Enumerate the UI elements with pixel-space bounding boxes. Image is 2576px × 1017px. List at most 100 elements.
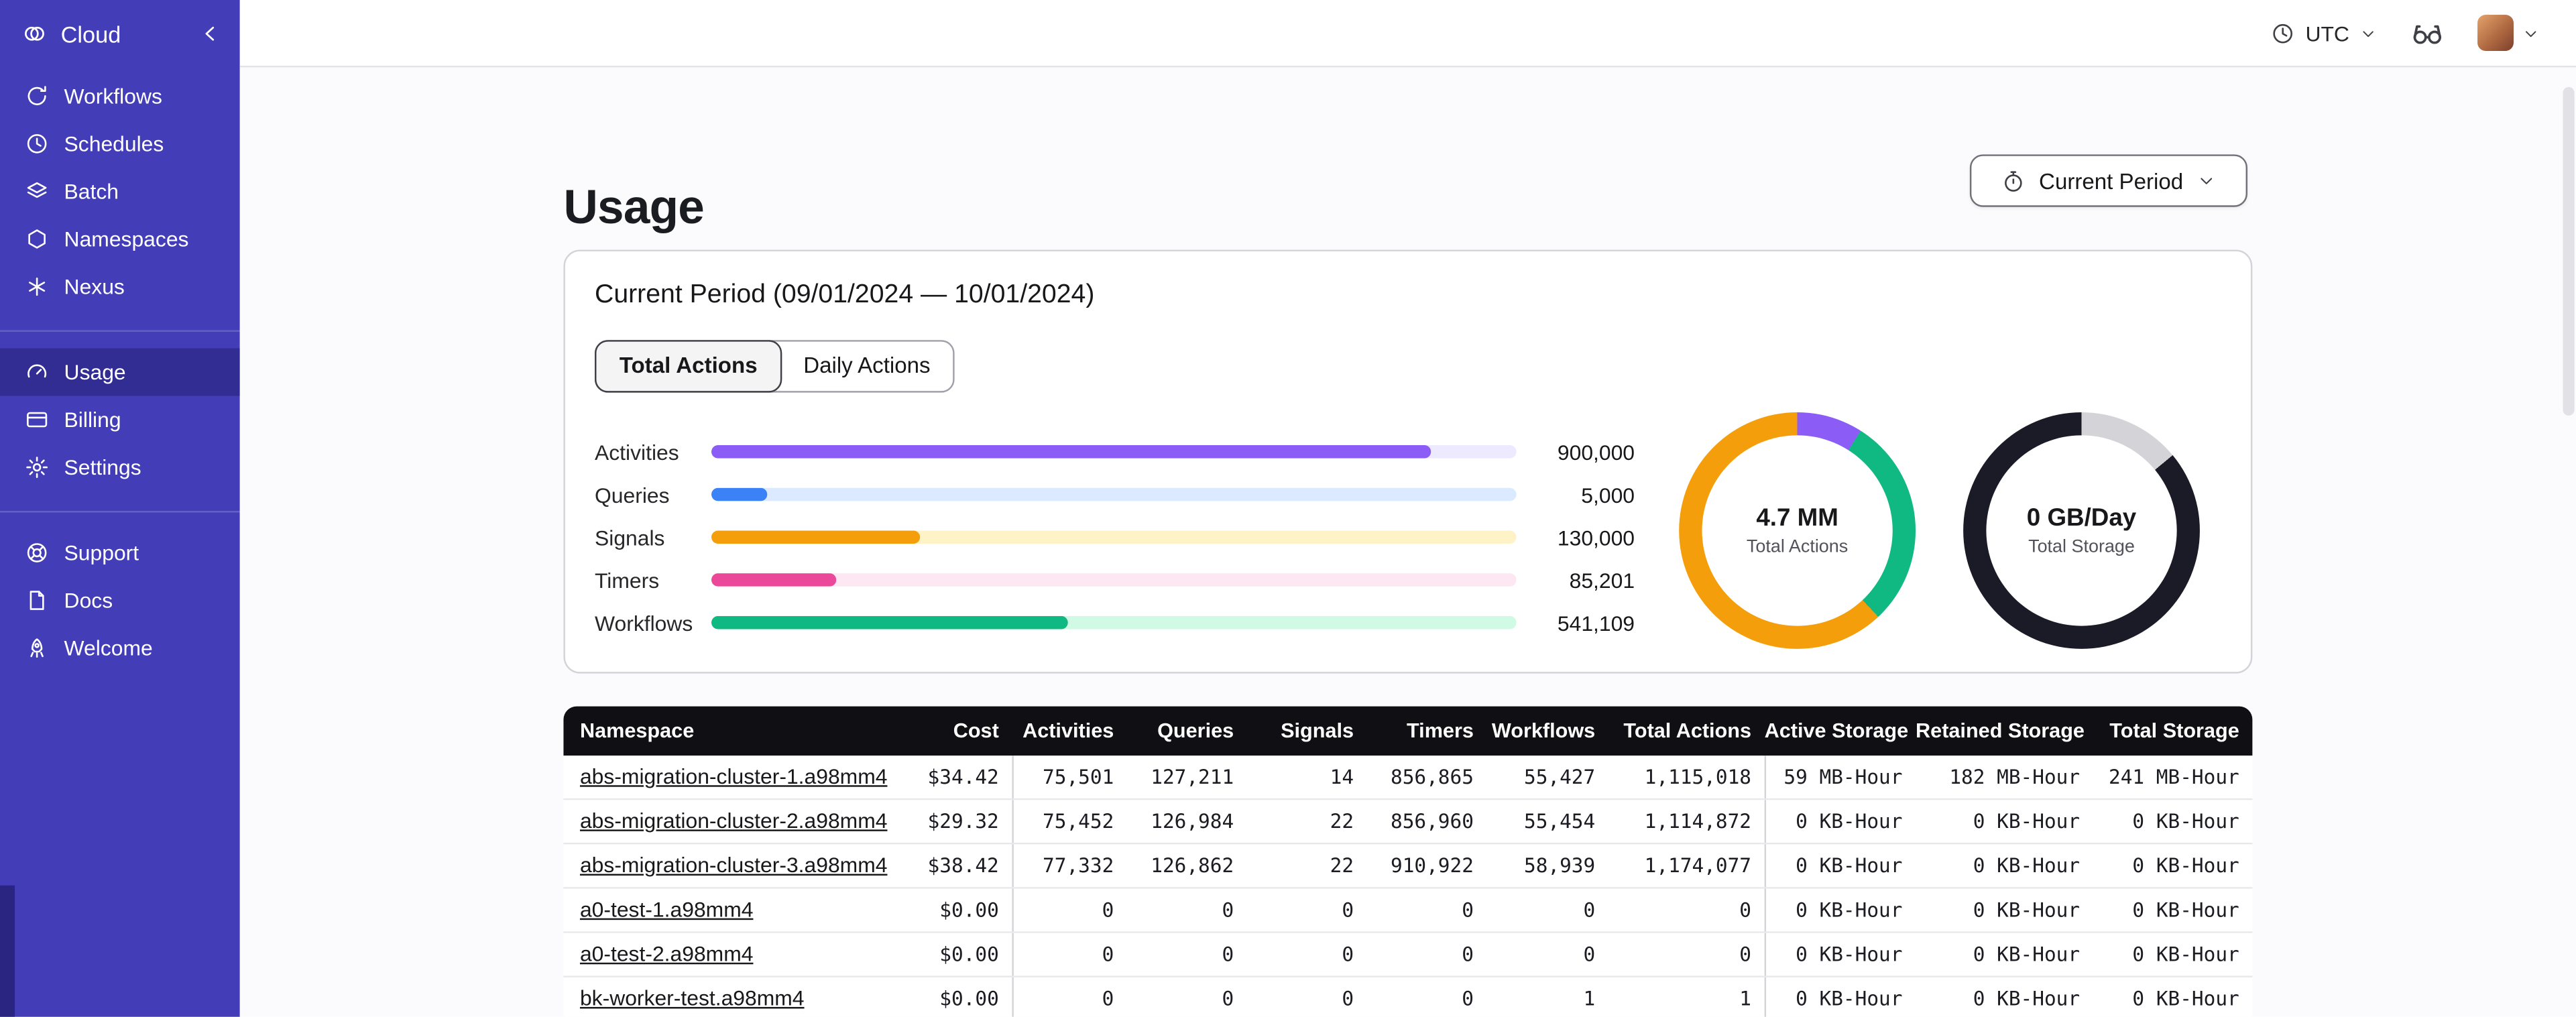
bar-row: Signals 130,000	[595, 516, 1679, 558]
total-actions-donut-chart: 4.7 MM Total Actions	[1679, 412, 1916, 649]
namespace-cell: a0-test-1.a98mm4	[563, 889, 909, 932]
glasses-icon[interactable]	[2410, 15, 2445, 50]
bar-fill	[711, 615, 1068, 630]
active-storage-cell: 0 KB-Hour	[1764, 888, 1916, 932]
tab-daily-actions[interactable]: Daily Actions	[780, 342, 953, 392]
sidebar-divider	[0, 330, 240, 332]
total-actions-cell: 1,174,077	[1644, 854, 1752, 878]
stopwatch-icon	[2001, 168, 2026, 193]
sidebar-item-namespaces[interactable]: Namespaces	[0, 215, 240, 263]
sidebar-item-docs[interactable]: Docs	[0, 577, 240, 624]
total-storage-cell: 0 KB-Hour	[2132, 854, 2239, 878]
signals-cell: 14	[1330, 765, 1354, 789]
bar-label: Queries	[595, 482, 670, 507]
workflows-icon	[23, 83, 49, 109]
bar-track	[711, 445, 1517, 459]
timers-cell: 856,960	[1390, 809, 1474, 833]
vertical-scrollbar-thumb[interactable]	[2563, 86, 2575, 416]
total-storage-cell: 0 KB-Hour	[2132, 943, 2239, 966]
sidebar-item-usage[interactable]: Usage	[0, 348, 240, 396]
retained-storage-cell: 0 KB-Hour	[1973, 809, 2081, 833]
total-storage-cell: 241 MB-Hour	[2108, 765, 2239, 789]
signals-cell: 0	[1342, 943, 1354, 966]
collapse-sidebar-button[interactable]	[197, 21, 223, 47]
table-row: abs-migration-cluster-3.a98mm4 $38.42 77…	[563, 844, 2253, 889]
chevron-down-icon	[2359, 24, 2378, 42]
bar-track	[711, 573, 1517, 587]
timers-cell: 856,865	[1390, 765, 1474, 789]
bar-label: Timers	[595, 567, 660, 593]
workflows-cell: 0	[1583, 943, 1596, 966]
tab-total-actions[interactable]: Total Actions	[595, 340, 782, 393]
account-menu[interactable]	[2477, 15, 2540, 51]
bar-value: 85,201	[1569, 567, 1635, 593]
settings-gear-icon	[23, 455, 49, 481]
bar-value: 541,109	[1557, 610, 1635, 636]
card-title: Current Period (09/01/2024 — 10/01/2024)	[595, 281, 1095, 309]
bar-label: Signals	[595, 524, 665, 550]
main-content: Usage Current Period Current Period (09/…	[239, 67, 2576, 1017]
sidebar-item-schedules[interactable]: Schedules	[0, 120, 240, 168]
period-selector-button[interactable]: Current Period	[1969, 154, 2248, 207]
donut-value: 4.7 MM	[1756, 504, 1838, 532]
avatar	[2477, 15, 2514, 51]
cost-cell: $29.32	[927, 809, 999, 833]
namespace-link[interactable]: abs-migration-cluster-3.a98mm4	[580, 853, 888, 878]
column-header-active-storage: Active Storage	[1764, 719, 1909, 743]
clock-icon	[2271, 21, 2296, 46]
column-header-cost: Cost	[953, 719, 999, 743]
bar-fill	[711, 445, 1431, 459]
timers-cell: 910,922	[1390, 854, 1474, 878]
queries-cell: 0	[1222, 898, 1234, 922]
cost-cell: $38.42	[927, 854, 999, 878]
sidebar-item-label: Workflows	[64, 83, 162, 109]
queries-cell: 126,984	[1151, 809, 1234, 833]
namespace-link[interactable]: abs-migration-cluster-2.a98mm4	[580, 809, 888, 833]
chevron-down-icon	[2522, 24, 2540, 42]
usage-icon	[23, 359, 49, 385]
sidebar-item-billing[interactable]: Billing	[0, 396, 240, 444]
timezone-label: UTC	[2305, 20, 2349, 46]
activities-cell: 77,332	[1012, 844, 1127, 888]
table-row: a0-test-2.a98mm4 $0.00 0 0 0 0 0 0 0 KB-…	[563, 933, 2253, 977]
namespace-cell: bk-worker-test.a98mm4	[563, 977, 909, 1017]
sidebar-item-workflows[interactable]: Workflows	[0, 72, 240, 120]
chevron-down-icon	[2197, 171, 2216, 190]
billing-icon	[23, 406, 49, 432]
sidebar-nav-main: Workflows Schedules Batch Namespaces Nex…	[0, 67, 240, 310]
namespace-link[interactable]: a0-test-2.a98mm4	[580, 941, 754, 966]
signals-cell: 22	[1330, 854, 1354, 878]
sidebar-item-label: Nexus	[64, 274, 125, 299]
sidebar-item-label: Schedules	[64, 131, 164, 156]
sidebar-item-support[interactable]: Support	[0, 529, 240, 577]
active-storage-cell: 0 KB-Hour	[1764, 800, 1916, 843]
column-header-total-actions: Total Actions	[1623, 719, 1752, 743]
total-actions-cell: 0	[1739, 898, 1752, 922]
sidebar-item-label: Namespaces	[64, 227, 189, 251]
timers-cell: 0	[1462, 987, 1474, 1010]
bar-label: Workflows	[595, 610, 693, 636]
sidebar-scroll-indicator[interactable]	[0, 885, 15, 1017]
namespace-cell: abs-migration-cluster-3.a98mm4	[563, 844, 909, 887]
sidebar-brand: Cloud	[0, 0, 240, 67]
workflows-cell: 58,939	[1523, 854, 1596, 878]
timezone-selector[interactable]: UTC	[2271, 20, 2378, 46]
sidebar-nav-account: Usage Billing Settings	[0, 348, 240, 491]
batch-icon	[23, 178, 49, 204]
column-header-queries: Queries	[1157, 719, 1234, 743]
sidebar-item-label: Batch	[64, 179, 119, 204]
bar-track	[711, 615, 1517, 630]
namespace-link[interactable]: abs-migration-cluster-1.a98mm4	[580, 764, 888, 788]
sidebar-item-settings[interactable]: Settings	[0, 444, 240, 491]
usage-summary-card: Current Period (09/01/2024 — 10/01/2024)…	[563, 249, 2253, 674]
sidebar-item-batch[interactable]: Batch	[0, 168, 240, 215]
donut-value: 0 GB/Day	[2026, 504, 2137, 532]
app-root: Cloud Workflows Schedules Batch Namespac…	[0, 0, 2576, 1017]
sidebar-item-label: Settings	[64, 455, 141, 480]
namespace-link[interactable]: bk-worker-test.a98mm4	[580, 985, 805, 1010]
sidebar-item-nexus[interactable]: Nexus	[0, 263, 240, 310]
sidebar-item-welcome[interactable]: Welcome	[0, 624, 240, 672]
namespace-cell: abs-migration-cluster-1.a98mm4	[563, 756, 909, 798]
total-storage-donut-chart: 0 GB/Day Total Storage	[1963, 412, 2200, 649]
namespace-link[interactable]: a0-test-1.a98mm4	[580, 897, 754, 922]
